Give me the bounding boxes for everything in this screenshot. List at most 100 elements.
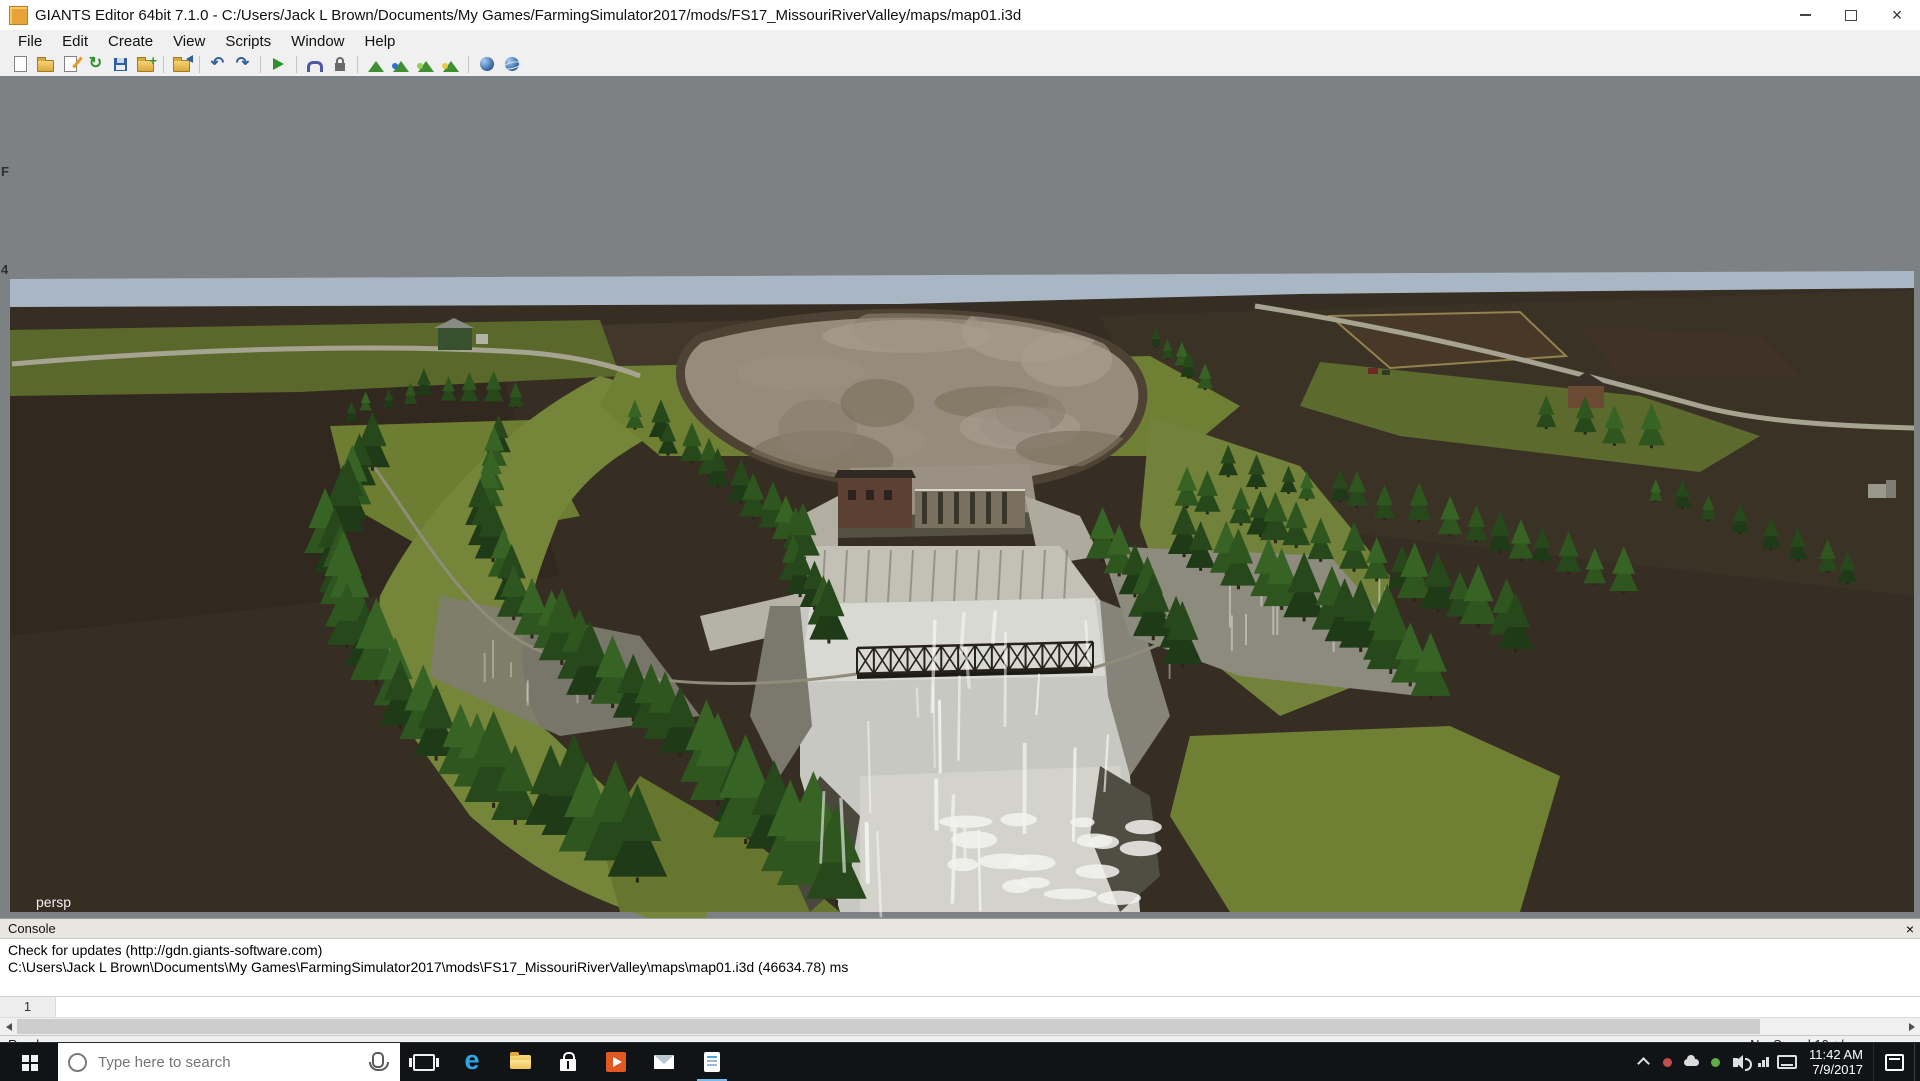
console-output: Check for updates (http://gdn.giants-sof… [0, 939, 1920, 996]
show-desktop-button[interactable] [1914, 1043, 1920, 1081]
terrain-paint-icon [393, 61, 409, 72]
add-button[interactable] [133, 53, 158, 75]
toolbar-separator [296, 56, 297, 73]
line-number-gutter: 1 [0, 997, 56, 1017]
menu-create[interactable]: Create [98, 32, 163, 51]
mail-taskbar-button[interactable] [640, 1043, 688, 1081]
revert-button[interactable] [169, 53, 194, 75]
render-button[interactable] [499, 53, 524, 75]
edge-artifact-1: F [1, 164, 9, 179]
close-button[interactable]: × [1874, 0, 1920, 30]
viewport-3d[interactable]: F 4 persp [0, 76, 1920, 918]
onedrive-icon[interactable] [1679, 1043, 1703, 1081]
navigation-icon [480, 57, 494, 71]
file-explorer-taskbar-button[interactable] [496, 1043, 544, 1081]
menu-file[interactable]: File [8, 32, 52, 51]
terrain-raise-icon [368, 61, 384, 72]
menu-bar: File Edit Create View Scripts Window Hel… [0, 30, 1920, 52]
redo-icon: ↷ [236, 56, 249, 72]
store-taskbar-button[interactable] [544, 1043, 592, 1081]
store-icon [560, 1059, 576, 1071]
lock-icon [335, 63, 345, 71]
render-icon [505, 57, 519, 71]
reload-button[interactable]: ↻ [83, 53, 108, 75]
snap-button[interactable] [302, 53, 327, 75]
toolbar-separator [468, 56, 469, 73]
maximize-button[interactable] [1828, 0, 1874, 30]
scroll-right-button[interactable] [1903, 1018, 1920, 1035]
mail-icon [654, 1055, 674, 1069]
minimize-button[interactable] [1782, 0, 1828, 30]
toolbar-separator [260, 56, 261, 73]
task-view-icon [413, 1054, 435, 1071]
horizontal-scrollbar[interactable] [0, 1017, 1920, 1035]
media-taskbar-button[interactable] [592, 1043, 640, 1081]
clock-date: 7/9/2017 [1812, 1062, 1863, 1077]
taskbar-search[interactable] [58, 1043, 400, 1081]
menu-edit[interactable]: Edit [52, 32, 98, 51]
new-button[interactable] [8, 53, 33, 75]
open-button[interactable] [33, 53, 58, 75]
taskbar: e 11:42 AM 7/9/2017 [0, 1042, 1920, 1081]
window-controls: × [1782, 0, 1920, 30]
touch-keyboard-icon[interactable] [1775, 1043, 1799, 1081]
undo-button[interactable]: ↶ [205, 53, 230, 75]
eco-icon[interactable] [1703, 1043, 1727, 1081]
foliage-button[interactable] [413, 53, 438, 75]
camera-label: persp [36, 894, 71, 910]
terrain-paint-button[interactable] [388, 53, 413, 75]
edit-icon [64, 56, 77, 72]
save-button[interactable] [108, 53, 133, 75]
edit-button[interactable] [58, 53, 83, 75]
lock-button[interactable] [327, 53, 352, 75]
undo-icon: ↶ [211, 56, 224, 72]
console-line: Check for updates (http://gdn.giants-sof… [8, 942, 1912, 959]
file-explorer-icon [510, 1055, 531, 1069]
revert-icon [173, 60, 190, 72]
minimize-icon [1800, 14, 1811, 16]
play-button[interactable] [266, 53, 291, 75]
network-icon[interactable] [1751, 1043, 1775, 1081]
editor-icon [704, 1052, 720, 1072]
media-icon [606, 1052, 626, 1072]
taskbar-clock[interactable]: 11:42 AM 7/9/2017 [1799, 1043, 1873, 1081]
menu-view[interactable]: View [163, 32, 215, 51]
navigation-button[interactable] [474, 53, 499, 75]
chevron-up-icon[interactable] [1631, 1043, 1655, 1081]
edge-icon: e [464, 1047, 479, 1074]
editor-taskbar-button[interactable] [688, 1043, 736, 1081]
terrain-smooth-icon [443, 61, 459, 72]
volume-icon[interactable] [1727, 1043, 1751, 1081]
edge-taskbar-button[interactable]: e [448, 1043, 496, 1081]
script-editor-row[interactable]: 1 [0, 996, 1920, 1017]
microphone-icon[interactable] [372, 1052, 384, 1068]
system-tray [1631, 1043, 1799, 1081]
toolbar-separator [163, 56, 164, 73]
windows-logo-icon [22, 1055, 29, 1062]
action-center-button[interactable] [1873, 1043, 1914, 1081]
menu-window[interactable]: Window [281, 32, 354, 51]
toolbar-separator [357, 56, 358, 73]
redo-button[interactable]: ↷ [230, 53, 255, 75]
add-icon [137, 60, 154, 72]
console-close-button[interactable]: × [1900, 920, 1920, 938]
window-title: GIANTS Editor 64bit 7.1.0 - C:/Users/Jac… [35, 7, 1021, 24]
new-icon [14, 56, 27, 72]
start-button[interactable] [0, 1043, 58, 1081]
terrain-smooth-button[interactable] [438, 53, 463, 75]
foliage-icon [418, 61, 434, 72]
play-icon [273, 58, 284, 70]
task-view-taskbar-button[interactable] [400, 1043, 448, 1081]
menu-help[interactable]: Help [355, 32, 406, 51]
save-icon [114, 58, 127, 71]
snap-icon [307, 61, 323, 72]
menu-scripts[interactable]: Scripts [215, 32, 281, 51]
console-line: C:\Users\Jack L Brown\Documents\My Games… [8, 959, 1912, 976]
taskbar-apps: e [400, 1043, 736, 1081]
scroll-left-button[interactable] [0, 1018, 17, 1035]
search-input[interactable] [96, 1053, 363, 1072]
scroll-right-icon [1909, 1023, 1915, 1031]
scrollbar-thumb[interactable] [17, 1019, 1760, 1034]
app-badge-icon[interactable] [1655, 1043, 1679, 1081]
terrain-raise-button[interactable] [363, 53, 388, 75]
